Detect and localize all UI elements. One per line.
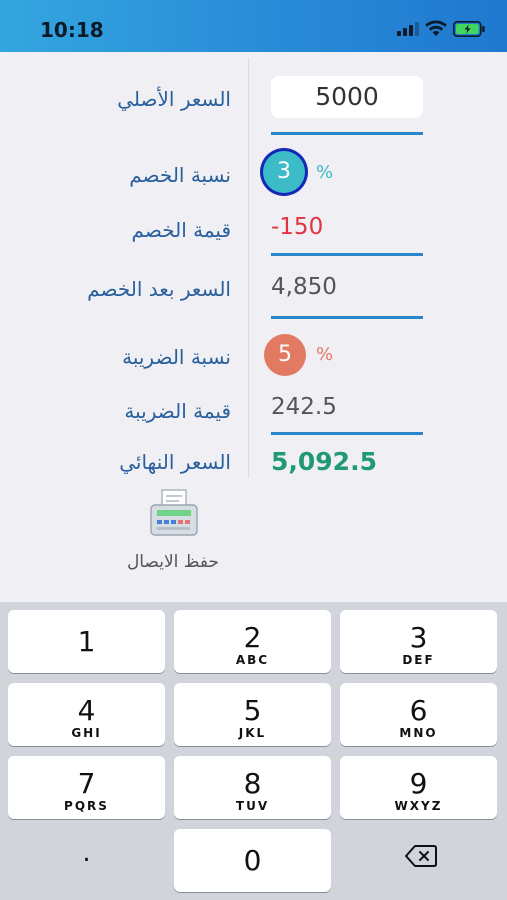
key-8[interactable]: 8 TUV	[174, 756, 331, 819]
status-time: 10:18	[40, 18, 104, 42]
key-4-digit: 4	[77, 694, 96, 727]
backspace-icon	[405, 845, 437, 867]
discount-percent-sign: %	[316, 162, 334, 183]
original-price-input[interactable]: 5000	[271, 76, 423, 118]
original-price-label: السعر الأصلي	[117, 87, 231, 111]
discount-rate-label: نسبة الخصم	[129, 163, 231, 187]
key-6-digit: 6	[409, 694, 428, 727]
key-decimal[interactable]: .	[8, 825, 165, 888]
battery-charging-icon	[453, 21, 485, 37]
key-3-letters: DEF	[402, 653, 435, 667]
key-7[interactable]: 7 PQRS	[8, 756, 165, 819]
tax-value: 242.5	[271, 394, 337, 420]
key-5-digit: 5	[243, 694, 262, 727]
key-7-letters: PQRS	[64, 799, 109, 813]
key-8-digit: 8	[243, 767, 262, 800]
key-2-digit: 2	[243, 621, 262, 654]
tax-value-underline	[271, 432, 423, 435]
final-price-label: السعر النهائي	[119, 450, 231, 474]
discount-value-label: قيمة الخصم	[131, 218, 231, 242]
key-0-digit: 0	[243, 844, 262, 877]
receipt-printer-icon[interactable]	[149, 489, 199, 537]
key-4[interactable]: 4 GHI	[8, 683, 165, 746]
key-5-letters: JKL	[238, 726, 267, 740]
key-2[interactable]: 2 ABC	[174, 610, 331, 673]
price-after-discount-value: 4,850	[271, 274, 337, 300]
key-6[interactable]: 6 MNO	[340, 683, 497, 746]
key-7-digit: 7	[77, 767, 96, 800]
key-9-letters: WXYZ	[394, 799, 443, 813]
numeric-keypad: 1 2 ABC 3 DEF 4 GHI 5 JKL 6 MNO 7 PQRS 8…	[0, 602, 507, 900]
final-price-value: 5,092.5	[271, 447, 377, 476]
tax-value-label: قيمة الضريبة	[124, 399, 231, 423]
save-receipt-label[interactable]: حفظ الايصال	[123, 552, 223, 572]
key-1[interactable]: 1	[8, 610, 165, 673]
tax-percent-sign: %	[316, 344, 334, 365]
key-4-letters: GHI	[71, 726, 102, 740]
price-after-discount-label: السعر بعد الخصم	[87, 277, 231, 301]
discount-value: -150	[271, 214, 324, 240]
discount-rate-input[interactable]: 3	[263, 151, 305, 193]
key-0[interactable]: 0	[174, 829, 331, 892]
calculator-form: السعر الأصلي 5000 نسبة الخصم 3 % قيمة ال…	[0, 52, 507, 602]
price-after-discount-underline	[271, 316, 423, 319]
original-price-underline	[271, 132, 423, 135]
key-2-letters: ABC	[235, 653, 270, 667]
tax-rate-input[interactable]: 5	[264, 334, 306, 376]
key-delete[interactable]	[340, 825, 497, 888]
key-5[interactable]: 5 JKL	[174, 683, 331, 746]
key-8-letters: TUV	[235, 799, 270, 813]
tax-rate-label: نسبة الضريبة	[122, 345, 231, 369]
cellular-signal-icon	[397, 22, 419, 36]
discount-value-underline	[271, 253, 423, 256]
key-3[interactable]: 3 DEF	[340, 610, 497, 673]
key-9-digit: 9	[409, 767, 428, 800]
column-divider	[248, 58, 249, 478]
key-6-letters: MNO	[399, 726, 438, 740]
key-1-digit: 1	[77, 625, 96, 658]
status-bar: 10:18	[0, 0, 507, 52]
key-9[interactable]: 9 WXYZ	[340, 756, 497, 819]
wifi-icon	[425, 20, 447, 36]
key-3-digit: 3	[409, 621, 428, 654]
